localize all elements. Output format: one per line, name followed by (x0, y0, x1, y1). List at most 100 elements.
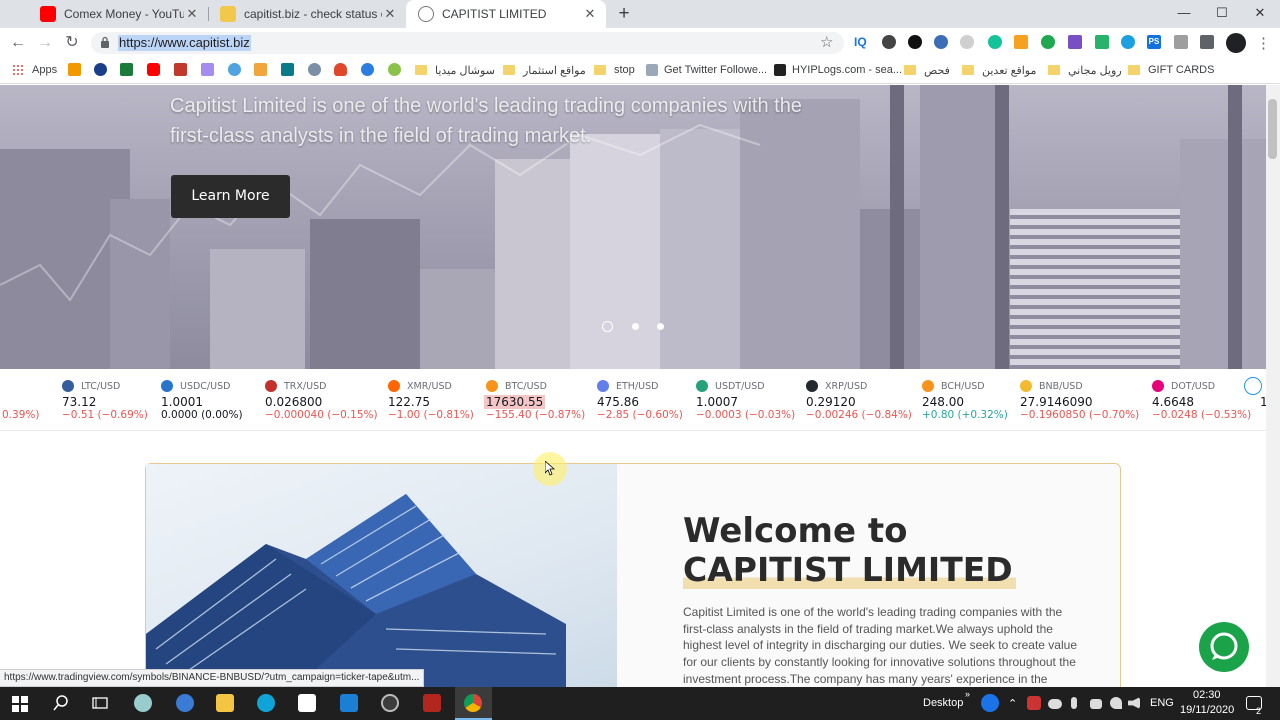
ticker-item[interactable]: BNB/USD 27.9146090 −0.1960850 (−0.70%) (1020, 369, 1139, 430)
page-scrollbar[interactable] (1266, 85, 1280, 687)
ticker-item[interactable]: BTC/USD 17630.55 −155.40 (−0.87%) (484, 369, 596, 430)
chat-widget-button[interactable] (1199, 622, 1249, 672)
bookmark-folder[interactable]: مواقع استثمار (503, 62, 586, 78)
bookmark-link[interactable]: Get Twitter Followe... (646, 62, 767, 78)
bookmark-folder[interactable]: رويل مجاني (1048, 62, 1122, 78)
flag-bookmark-icon[interactable] (120, 63, 133, 76)
bookmark-link[interactable]: HYIPLogs.com - sea... (774, 62, 902, 78)
chrome-icon[interactable] (464, 694, 482, 712)
bookmark-folder[interactable]: سوشال ميديا (415, 62, 495, 78)
tray-overflow-icon[interactable]: ⌃ (1008, 697, 1017, 710)
check-extension-icon[interactable] (1121, 35, 1135, 49)
link-extension-icon[interactable] (882, 35, 896, 49)
ticker-item[interactable]: DOT/USD 4.6648 −0.0248 (−0.53%) (1152, 369, 1262, 430)
slider-dot-1[interactable] (602, 321, 613, 332)
store-icon[interactable] (298, 694, 316, 712)
ps-extension-icon[interactable]: PS (1147, 35, 1161, 49)
wifi-icon[interactable] (1110, 697, 1122, 709)
url-text[interactable]: https://www.capitist.biz (118, 35, 251, 51)
ticker-item[interactable]: USDT/USD 1.0007 −0.0003 (−0.03%) (696, 369, 806, 430)
tray-icon[interactable] (1027, 696, 1041, 710)
ticker-item-partial[interactable]: 1 (1260, 369, 1266, 430)
circle-bookmark-icon[interactable] (94, 63, 107, 76)
new-tab-button[interactable]: + (614, 3, 634, 25)
clock-date[interactable]: 19/11/2020 (1180, 704, 1234, 716)
close-button[interactable]: ✕ (1248, 3, 1272, 23)
tab-capitist-status[interactable]: capitist.biz - check status on HYIP ✕ (208, 0, 406, 28)
maximize-button[interactable]: ☐ (1210, 3, 1234, 23)
grammarly-icon[interactable] (988, 35, 1002, 49)
wifi-bookmark-icon[interactable] (308, 63, 321, 76)
person-extension-icon[interactable] (934, 35, 948, 49)
edge-icon[interactable] (257, 694, 275, 712)
language-indicator[interactable]: ENG (1150, 697, 1174, 709)
iq-extension-icon[interactable]: IQ (854, 35, 867, 49)
ticker-item[interactable]: XMR/USD 122.75 −1.00 (−0.81%) (388, 369, 498, 430)
crypto-ticker-tape[interactable]: 0.39%) LTC/USD 73.12 −0.51 (−0.69%) USDC/US… (0, 369, 1266, 431)
cross-extension-icon[interactable] (1068, 35, 1082, 49)
bookmark-folder[interactable]: stop (594, 62, 635, 78)
scrollbar-thumb[interactable] (1268, 99, 1277, 159)
help-icon[interactable] (981, 694, 999, 712)
ticker-item[interactable]: USDC/USD 1.0001 0.0000 (0.00%) (161, 369, 271, 430)
fire-bookmark-icon[interactable] (334, 63, 347, 76)
task-view-icon[interactable] (92, 696, 108, 711)
chevron-right-icon[interactable]: » (965, 689, 970, 699)
tab-close-icon[interactable]: ✕ (582, 6, 598, 22)
search-icon[interactable] (53, 695, 69, 711)
apps-shortcut[interactable]: Apps (12, 62, 57, 78)
tradingview-icon[interactable] (1244, 377, 1262, 395)
b-bookmark-icon[interactable] (281, 63, 294, 76)
tab-youtube[interactable]: Comex Money - YouTube ✕ (28, 0, 208, 28)
ticker-item[interactable]: ETH/USD 475.86 −2.85 (−0.60%) (597, 369, 707, 430)
bookmark-star-icon[interactable]: ☆ (820, 33, 833, 51)
grey-extension-icon[interactable] (960, 35, 974, 49)
file-explorer-icon[interactable] (216, 694, 234, 712)
puzzle-extensions-icon[interactable] (1200, 35, 1214, 49)
app-icon[interactable] (176, 694, 194, 712)
red-chart-bookmark-icon[interactable] (174, 63, 187, 76)
youtube-bookmark-icon[interactable] (147, 63, 160, 76)
mail-icon[interactable] (340, 694, 358, 712)
usb-icon[interactable] (1090, 699, 1102, 709)
reload-button[interactable]: ↻ (62, 33, 82, 53)
bookmark-folder[interactable]: فحص (904, 62, 950, 78)
tab-capitist-limited[interactable]: CAPITIST LIMITED ✕ (406, 0, 606, 28)
chart-bookmark-icon[interactable] (68, 63, 81, 76)
tab-close-icon[interactable]: ✕ (382, 6, 398, 22)
learn-more-button[interactable]: Learn More (171, 175, 290, 218)
app-icon[interactable] (134, 694, 152, 712)
ticker-item[interactable]: LTC/USD 73.12 −0.51 (−0.69%) (62, 369, 172, 430)
profile-avatar[interactable] (1226, 33, 1246, 53)
ticker-item[interactable]: TRX/USD 0.026800 −0.000040 (−0.15%) (265, 369, 378, 430)
bookmark-folder[interactable]: GIFT CARDS (1128, 62, 1214, 78)
clock-time[interactable]: 02:30 (1193, 689, 1221, 701)
coin-icon (1152, 380, 1164, 392)
bookmark-folder[interactable]: مواقع تعدين (962, 62, 1036, 78)
desktop-toolbar-label[interactable]: Desktop (923, 697, 963, 709)
speedometer-icon[interactable] (381, 694, 399, 712)
app-icon[interactable] (423, 694, 441, 712)
ticker-item[interactable]: XRP/USD 0.29120 −0.00246 (−0.84%) (806, 369, 916, 430)
windows-start-icon[interactable] (12, 696, 28, 712)
slider-dot-3[interactable] (657, 323, 664, 330)
back-button[interactable]: ← (8, 33, 28, 53)
cloud-icon[interactable] (1048, 699, 1062, 709)
tab-close-icon[interactable]: ✕ (184, 6, 200, 22)
menu-dots-icon[interactable]: ⋮ (1256, 34, 1271, 52)
microphone-icon[interactable] (1071, 697, 1077, 709)
ticker-item[interactable]: BCH/USD 248.00 +0.80 (+0.32%) (922, 369, 1032, 430)
globe-bookmark-icon[interactable] (228, 63, 241, 76)
screenshot-extension-icon[interactable] (1174, 35, 1188, 49)
ruble-extension-icon[interactable] (1041, 35, 1055, 49)
check-bookmark-icon[interactable] (361, 63, 374, 76)
orange-bookmark-icon[interactable] (254, 63, 267, 76)
camera-extension-icon[interactable] (908, 35, 922, 49)
slider-dot-2[interactable] (632, 323, 639, 330)
minimize-button[interactable]: — (1172, 3, 1196, 23)
star-extension-icon[interactable] (1095, 35, 1109, 49)
colorful-extension-icon[interactable] (1014, 35, 1028, 49)
green-ring-bookmark-icon[interactable] (388, 63, 401, 76)
forward-button[interactable]: → (35, 33, 55, 53)
purple-bookmark-icon[interactable] (201, 63, 214, 76)
